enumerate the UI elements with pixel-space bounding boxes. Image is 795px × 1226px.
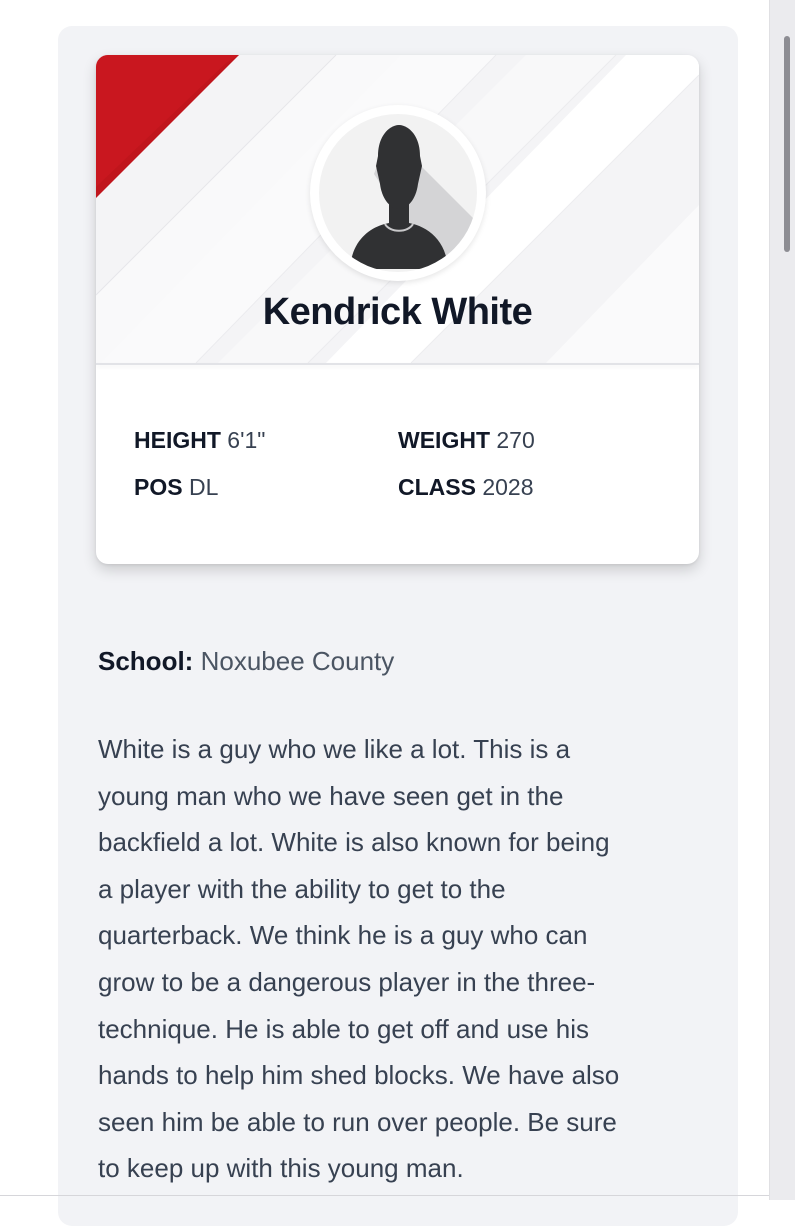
bio-line: seen him be able to run over people. Be … bbox=[98, 1106, 617, 1137]
bio-line: hands to help him shed blocks. We have a… bbox=[98, 1060, 620, 1091]
person-silhouette-icon bbox=[319, 114, 477, 272]
bio-line: quarterback. We think he is a guy who ca… bbox=[98, 920, 588, 951]
stat-label: WEIGHT bbox=[398, 427, 490, 453]
bio-line: to keep up with this young man. bbox=[98, 1153, 464, 1184]
stat-value: 270 bbox=[496, 427, 535, 453]
bio-line: backfield a lot. White is also known for… bbox=[98, 827, 610, 858]
stat-value: 6'1" bbox=[227, 427, 266, 453]
bio-line: grow to be a dangerous player in the thr… bbox=[98, 966, 596, 997]
stat-label: CLASS bbox=[398, 474, 476, 500]
bottom-divider bbox=[0, 1195, 769, 1196]
player-card: Kendrick White HEIGHT 6'1" WEIGHT 270 PO… bbox=[96, 55, 699, 564]
bio-line: a player with the ability to get to the bbox=[98, 873, 506, 904]
school-info: School: Noxubee County bbox=[98, 646, 394, 677]
stat-height: HEIGHT 6'1" bbox=[134, 427, 265, 454]
player-bio: White is a guy who we like a lot. This i… bbox=[98, 726, 713, 1192]
bio-line: technique. He is able to get off and use… bbox=[98, 1013, 589, 1044]
divider bbox=[96, 363, 699, 365]
avatar bbox=[310, 105, 486, 281]
stat-weight: WEIGHT 270 bbox=[398, 427, 535, 454]
scrollbar-track[interactable] bbox=[769, 0, 795, 1200]
stat-class: CLASS 2028 bbox=[398, 474, 534, 501]
stat-label: POS bbox=[134, 474, 183, 500]
player-name: Kendrick White bbox=[262, 291, 533, 333]
stat-position: POS DL bbox=[134, 474, 218, 501]
scrollbar-thumb[interactable] bbox=[784, 36, 790, 252]
school-value: Noxubee County bbox=[200, 646, 395, 676]
player-card-header: Kendrick White bbox=[96, 55, 699, 363]
bio-line: White is a guy who we like a lot. This i… bbox=[98, 734, 571, 764]
stat-value: 2028 bbox=[482, 474, 534, 500]
stat-value: DL bbox=[188, 474, 219, 500]
bio-line: young man who we have seen get in the bbox=[98, 780, 564, 811]
stat-label: HEIGHT bbox=[134, 427, 221, 453]
school-label: School: bbox=[98, 646, 194, 676]
